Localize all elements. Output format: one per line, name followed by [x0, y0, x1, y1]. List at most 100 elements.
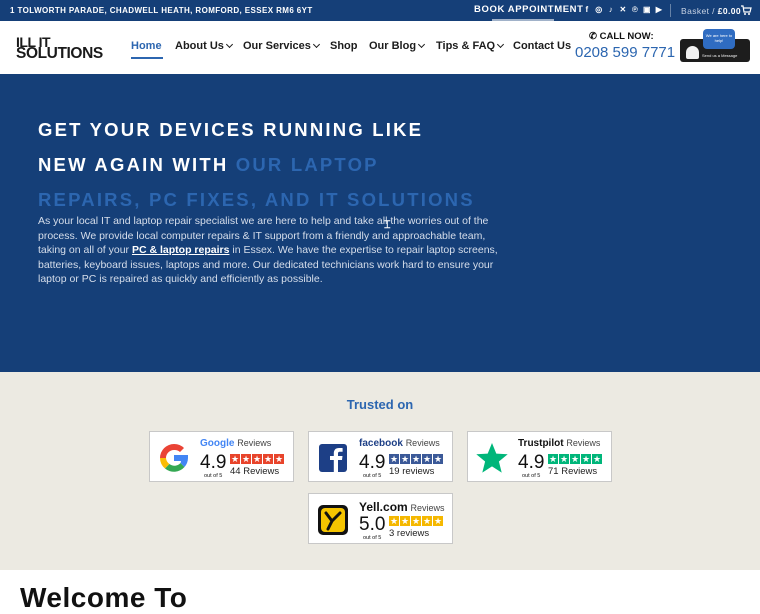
call-now-label: ✆ CALL NOW: [589, 31, 654, 42]
star-icon: ★ [422, 454, 432, 464]
youtube-icon[interactable]: ▶ [655, 5, 663, 14]
star-icon: ★ [581, 454, 591, 464]
google-out-of: out of 5 [204, 473, 223, 479]
cart-icon[interactable] [740, 4, 752, 16]
nav-our-blog[interactable]: Our Blog [369, 40, 426, 52]
facebook-reviews-card[interactable]: facebook Reviews 4.9 out of 5 ★ ★ ★ ★ ★ 19 r… [308, 431, 453, 482]
linkedin-icon[interactable]: ▣ [643, 5, 651, 14]
yell-brand-name: Yell.com [359, 500, 408, 514]
pinterest-icon[interactable]: ℗ [631, 5, 639, 14]
star-icon: ★ [422, 516, 432, 526]
star-icon: ★ [433, 454, 443, 464]
yell-reviews-suffix: Reviews [410, 503, 445, 513]
google-review-count: 44 Reviews [230, 466, 280, 477]
star-icon: ★ [252, 454, 262, 464]
google-reviews-card[interactable]: Google Reviews 4.9 out of 5 ★ ★ ★ ★ ★ 44 Rev… [149, 431, 294, 482]
chevron-down-icon [497, 40, 505, 49]
tiktok-icon[interactable]: ♪ [607, 5, 615, 14]
call-now-text: CALL NOW: [599, 31, 654, 42]
avatar-icon [686, 46, 699, 59]
yell-reviews-card[interactable]: Yell.com Reviews 5.0 out of 5 ★ ★ ★ ★ ★ 3 re… [308, 493, 453, 544]
star-icon: ★ [400, 516, 410, 526]
speech-bubble: We are here to help! [703, 29, 735, 49]
book-appointment-link[interactable]: BOOK APPOINTMENT [474, 4, 584, 15]
nav-our-services-label: Our Services [243, 40, 311, 52]
google-stars: ★ ★ ★ ★ ★ [230, 454, 284, 464]
facebook-score: 4.9 [359, 452, 386, 473]
trusted-on-title: Trusted on [346, 397, 414, 412]
facebook-brand: facebook Reviews [359, 438, 440, 449]
yell-stars: ★ ★ ★ ★ ★ [389, 516, 443, 526]
logo-line-2: SOLUTIONS [16, 45, 103, 62]
yell-brand: Yell.com Reviews [359, 500, 445, 514]
nav-contact-us[interactable]: Contact Us [513, 40, 571, 52]
star-icon: ★ [411, 454, 421, 464]
hero-description: As your local IT and laptop repair speci… [38, 214, 500, 287]
star-icon: ★ [559, 454, 569, 464]
trustpilot-stars: ★ ★ ★ ★ ★ [548, 454, 602, 464]
trusted-on-section: Trusted on Google Reviews 4.9 out of 5 ★… [0, 372, 760, 570]
phone-number-link[interactable]: 0208 599 7771 [575, 44, 675, 61]
trustpilot-score: 4.9 [518, 452, 545, 473]
star-icon: ★ [570, 454, 580, 464]
nav-our-services[interactable]: Our Services [243, 40, 320, 52]
welcome-title: Welcome To [20, 582, 188, 613]
yell-review-count: 3 reviews [389, 528, 430, 539]
nav-home[interactable]: Home [131, 40, 163, 59]
site-logo[interactable]: ILL IT SOLUTIONS [16, 34, 108, 62]
message-widget[interactable]: We are here to help! Send us a Message [680, 29, 750, 62]
trustpilot-out-of: out of 5 [522, 473, 541, 479]
star-icon: ★ [411, 516, 421, 526]
hero-section: GET YOUR DEVICES RUNNING LIKE NEW AGAIN … [0, 74, 760, 372]
google-brand: Google Reviews [200, 438, 271, 449]
yell-out-of: out of 5 [363, 535, 382, 541]
nav-shop[interactable]: Shop [330, 40, 358, 52]
star-icon: ★ [230, 454, 240, 464]
facebook-out-of: out of 5 [363, 473, 382, 479]
nav-tips-faq-label: Tips & FAQ [436, 40, 496, 52]
trustpilot-reviews-card[interactable]: Trustpilot Reviews 4.9 out of 5 ★ ★ ★ ★ ★ 71… [467, 431, 612, 482]
top-bar: 1 TOLWORTH PARADE, CHADWELL HEATH, ROMFO… [0, 0, 760, 21]
site-header: ILL IT SOLUTIONS Home About Us Our Servi… [0, 21, 760, 74]
star-icon: ★ [433, 516, 443, 526]
instagram-icon[interactable]: ◎ [595, 5, 603, 14]
star-icon: ★ [389, 516, 399, 526]
basket-amount: £0.00 [717, 6, 741, 16]
facebook-review-count: 19 reviews [389, 466, 435, 477]
address-text: 1 TOLWORTH PARADE, CHADWELL HEATH, ROMFO… [10, 6, 313, 15]
yell-score: 5.0 [359, 514, 386, 535]
x-icon[interactable]: ✕ [619, 5, 627, 14]
nav-home-label: Home [131, 40, 162, 52]
facebook-icon[interactable]: f [583, 5, 591, 14]
basket-link[interactable]: Basket / £0.00 [681, 6, 741, 16]
nav-tips-faq[interactable]: Tips & FAQ [436, 40, 505, 52]
phone-icon: ✆ [589, 31, 597, 42]
nav-our-blog-label: Our Blog [369, 40, 417, 52]
nav-contact-us-label: Contact Us [513, 40, 572, 52]
star-icon: ★ [263, 454, 273, 464]
trustpilot-logo-icon [476, 443, 508, 473]
nav-about-us-label: About Us [175, 40, 224, 52]
nav-about-us[interactable]: About Us [175, 40, 233, 52]
chevron-down-icon [312, 40, 320, 49]
facebook-stars: ★ ★ ★ ★ ★ [389, 454, 443, 464]
trustpilot-reviews-suffix: Reviews [566, 438, 601, 448]
social-links: f ◎ ♪ ✕ ℗ ▣ ▶ [583, 5, 663, 14]
trustpilot-brand: Trustpilot Reviews [518, 438, 600, 449]
welcome-section: Welcome To [0, 570, 760, 613]
star-icon: ★ [389, 454, 399, 464]
active-indicator [131, 57, 163, 59]
pc-laptop-repairs-link[interactable]: PC & laptop repairs [132, 244, 229, 256]
facebook-logo-icon [319, 444, 347, 472]
text-cursor-icon: ⌶ [384, 219, 391, 231]
topbar-divider [670, 4, 671, 17]
google-brand-name: Google [200, 438, 235, 449]
star-icon: ★ [592, 454, 602, 464]
chevron-down-icon [225, 40, 233, 49]
star-icon: ★ [400, 454, 410, 464]
hero-title: GET YOUR DEVICES RUNNING LIKE NEW AGAIN … [38, 112, 478, 217]
facebook-reviews-suffix: Reviews [405, 438, 440, 448]
google-logo-icon [160, 443, 188, 472]
chevron-down-icon [418, 40, 426, 49]
google-score: 4.9 [200, 452, 227, 473]
